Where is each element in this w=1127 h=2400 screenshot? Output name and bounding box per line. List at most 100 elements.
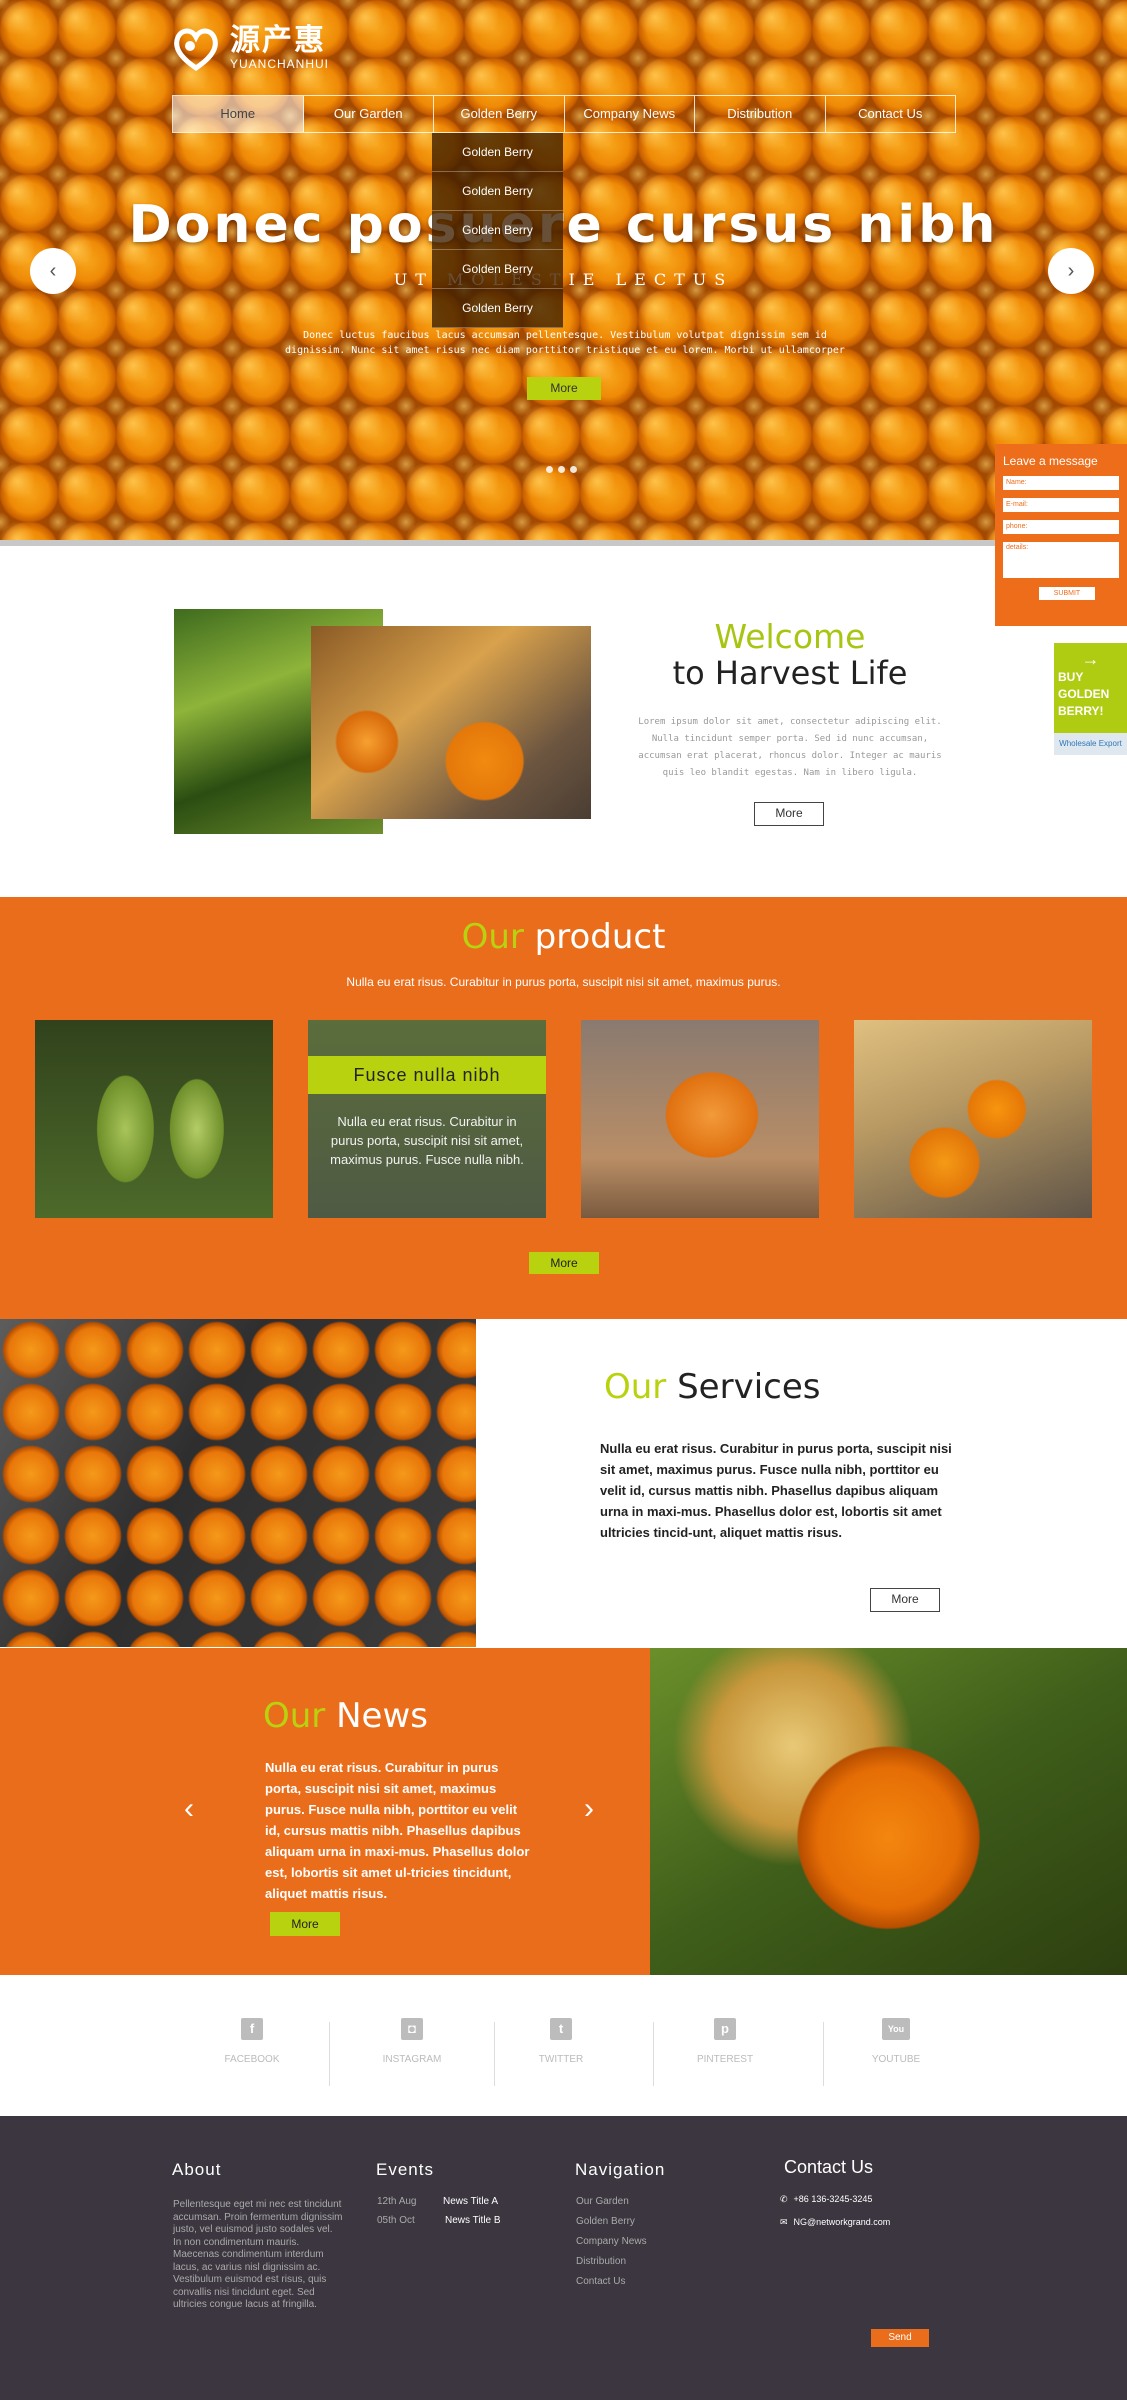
slider-dot[interactable]: [570, 466, 577, 473]
wholesale-export-link[interactable]: Wholesale Export: [1054, 733, 1127, 755]
services-text: Nulla eu erat risus. Curabitur in purus …: [600, 1441, 952, 1540]
phone-icon: ✆: [780, 2194, 788, 2204]
phone-row: ✆ +86 136-3245-3245: [780, 2194, 872, 2205]
slider-prev-button[interactable]: ‹: [30, 248, 76, 294]
product-card[interactable]: Fusce nulla nibh Nulla eu erat risus. Cu…: [308, 1020, 546, 1218]
nav-golden-berry[interactable]: Golden Berry: [434, 96, 565, 132]
product-card[interactable]: [854, 1020, 1092, 1218]
footer-contact-heading: Contact Us: [784, 2157, 874, 2177]
hero-divider: [0, 540, 1127, 546]
chevron-right-icon: ›: [1067, 259, 1075, 282]
news-prev-button[interactable]: ‹: [184, 1792, 194, 1826]
buy-golden-berry-button[interactable]: → BUY GOLDEN BERRY!: [1054, 643, 1127, 733]
leave-message-title: Leave a message: [1003, 454, 1098, 468]
buy-line-1: BUY GOLDEN: [1058, 670, 1110, 701]
product-title-rest: product: [523, 917, 666, 957]
slider-next-button[interactable]: ›: [1048, 248, 1094, 294]
main-nav: Home Our Garden Golden Berry Company New…: [172, 95, 956, 133]
event-title-link[interactable]: News Title B: [445, 2215, 501, 2228]
send-button[interactable]: Send: [871, 2329, 929, 2347]
nav-our-garden[interactable]: Our Garden: [304, 96, 434, 132]
nav-company-news[interactable]: Company News: [565, 96, 695, 132]
footer-about-heading: About: [172, 2160, 222, 2179]
social-label: INSTAGRAM: [382, 2054, 442, 2065]
logo-heart-icon: [174, 28, 218, 72]
dropdown-item[interactable]: Golden Berry: [432, 250, 563, 289]
product-description: Nulla eu erat risus. Curabitur in purus …: [346, 975, 781, 989]
hero-subtitle: UT MOLESTIE LECTUS: [393, 270, 734, 289]
footer-nav-link[interactable]: Company News: [576, 2232, 647, 2252]
news-image: [650, 1648, 1127, 1975]
social-label: TWITTER: [538, 2054, 584, 2065]
leave-message-widget: Leave a message Name: E-mail: phone: det…: [995, 444, 1127, 626]
news-title-rest: News: [325, 1696, 428, 1736]
submit-button[interactable]: SUBMIT: [1039, 587, 1095, 600]
services-title: Our Services: [604, 1367, 820, 1407]
services-title-rest: Services: [666, 1367, 821, 1407]
logo-cn-text: 源产惠: [230, 23, 326, 58]
footer-nav-link[interactable]: Our Garden: [576, 2192, 647, 2212]
product-card[interactable]: [581, 1020, 819, 1218]
social-label: PINTEREST: [696, 2054, 754, 2065]
footer-nav-link[interactable]: Contact Us: [576, 2272, 647, 2292]
details-field[interactable]: details:: [1003, 542, 1119, 578]
hero-description: Donec luctus faucibus lacus accumsan pel…: [285, 330, 845, 356]
event-title-link[interactable]: News Title A: [443, 2196, 498, 2209]
product-more-button[interactable]: More: [529, 1252, 599, 1274]
product-overlay-text: Nulla eu erat risus. Curabitur in purus …: [330, 1114, 524, 1167]
product-card[interactable]: [35, 1020, 273, 1218]
footer-nav-list: Our Garden Golden Berry Company News Dis…: [576, 2192, 647, 2292]
chevron-left-icon: ‹: [49, 259, 57, 282]
contact-email: NG@networkgrand.com: [793, 2217, 891, 2227]
news-text: Nulla eu erat risus. Curabitur in purus …: [265, 1760, 530, 1901]
welcome-more-button[interactable]: More: [754, 802, 824, 826]
dropdown-item[interactable]: Golden Berry: [432, 133, 563, 172]
social-divider: [329, 2022, 330, 2086]
welcome-description: Lorem ipsum dolor sit amet, consectetur …: [638, 717, 942, 778]
footer-nav-link[interactable]: Distribution: [576, 2252, 647, 2272]
social-twitter[interactable]: t TWITTER: [481, 2018, 641, 2065]
event-date: 05th Oct: [377, 2215, 415, 2226]
footer-navigation-heading: Navigation: [575, 2160, 666, 2179]
services-title-highlight: Our: [604, 1367, 667, 1407]
nav-contact-us[interactable]: Contact Us: [826, 96, 956, 132]
logo[interactable]: 源产惠 YUANCHANHUI: [170, 22, 329, 74]
services-image: [0, 1319, 476, 1647]
phone-field[interactable]: phone:: [1003, 520, 1119, 534]
nav-home[interactable]: Home: [173, 96, 304, 132]
slider-dot[interactable]: [558, 466, 565, 473]
services-more-button[interactable]: More: [870, 1588, 940, 1612]
name-field[interactable]: Name:: [1003, 476, 1119, 490]
footer-nav-link[interactable]: Golden Berry: [576, 2212, 647, 2232]
buy-line-2: BERRY!: [1058, 704, 1104, 718]
youtube-icon: You: [882, 2018, 910, 2040]
news-title-highlight: Our: [263, 1696, 326, 1736]
social-youtube[interactable]: You YOUTUBE: [816, 2018, 976, 2065]
social-facebook[interactable]: f FACEBOOK: [172, 2018, 332, 2065]
social-instagram[interactable]: ◘ INSTAGRAM: [332, 2018, 492, 2065]
golden-berry-dropdown: Golden Berry Golden Berry Golden Berry G…: [432, 133, 563, 328]
footer-events-heading: Events: [376, 2160, 434, 2179]
email-row: ✉ NG@networkgrand.com: [780, 2217, 890, 2228]
dropdown-item[interactable]: Golden Berry: [432, 289, 563, 328]
hero-more-button[interactable]: More: [527, 377, 601, 400]
instagram-icon: ◘: [401, 2018, 423, 2040]
social-label: YOUTUBE: [871, 2054, 921, 2065]
email-field[interactable]: E-mail:: [1003, 498, 1119, 512]
news-next-button[interactable]: ›: [584, 1792, 594, 1826]
arrow-right-icon: →: [1081, 649, 1100, 669]
chevron-left-icon: ‹: [184, 1792, 194, 1825]
product-overlay-title: Fusce nulla nibh: [308, 1056, 546, 1094]
social-label: FACEBOOK: [224, 2054, 280, 2065]
slider-dot[interactable]: [546, 466, 553, 473]
twitter-icon: t: [550, 2018, 572, 2040]
pinterest-icon: p: [714, 2018, 736, 2040]
nav-distribution[interactable]: Distribution: [695, 96, 826, 132]
social-pinterest[interactable]: p PINTEREST: [645, 2018, 805, 2065]
contact-phone: +86 136-3245-3245: [793, 2194, 873, 2204]
dropdown-item[interactable]: Golden Berry: [432, 172, 563, 211]
footer-about-text: Pellentesque eget mi nec est tincidunt a…: [173, 2199, 343, 2310]
dropdown-item[interactable]: Golden Berry: [432, 211, 563, 250]
event-date: 12th Aug: [377, 2196, 417, 2207]
news-more-button[interactable]: More: [270, 1912, 340, 1936]
